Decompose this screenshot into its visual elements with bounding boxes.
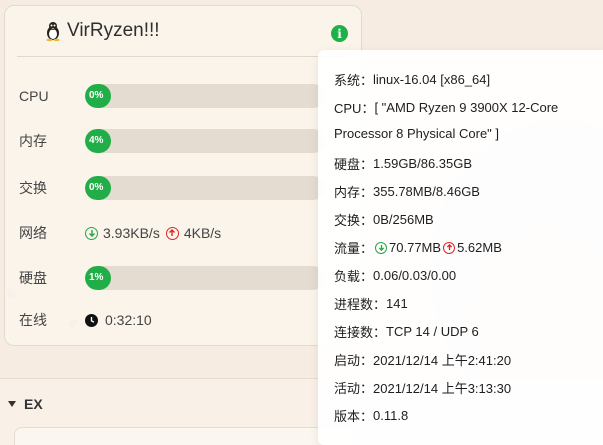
upload-arrow-icon bbox=[443, 241, 456, 254]
popup-traffic: 流量： 70.77MB 5.62MB bbox=[334, 238, 502, 257]
network-row: 网络 3.93KB/s 4KB/s bbox=[19, 220, 221, 246]
popup-active-label: 活动： bbox=[334, 381, 374, 396]
cpu-bar: 0% bbox=[85, 84, 325, 108]
uptime-row: 在线 0:32:10 bbox=[19, 307, 152, 333]
popup-swap-label: 交换： bbox=[334, 213, 374, 228]
popup-traffic-up: 5.62MB bbox=[457, 240, 502, 255]
popup-cpu-continued: Processor 8 Physical Core" ] bbox=[334, 126, 499, 141]
cpu-percent: 0% bbox=[89, 90, 104, 101]
popup-connections-label: 连接数： bbox=[334, 325, 387, 340]
disk-row: 硬盘 1% bbox=[19, 265, 325, 291]
popup-memory: 内存： 355.78MB/8.46GB bbox=[334, 182, 480, 201]
popup-disk: 硬盘： 1.59GB/86.35GB bbox=[334, 154, 472, 173]
popup-cpu-value: [ "AMD Ryzen 9 3900X 12-Core bbox=[374, 100, 559, 115]
popup-system-label: 系统： bbox=[334, 73, 374, 88]
popup-load: 负载： 0.06/0.03/0.00 bbox=[334, 266, 456, 285]
tux-icon bbox=[46, 22, 60, 41]
memory-bar: 4% bbox=[85, 129, 325, 153]
download-arrow-icon bbox=[375, 241, 388, 254]
popup-boot-value: 2021/12/14 上午2:41:20 bbox=[373, 353, 512, 368]
popup-traffic-down: 70.77MB bbox=[389, 240, 442, 255]
network-speed: 3.93KB/s 4KB/s bbox=[85, 225, 221, 241]
popup-version: 版本： 0.11.8 bbox=[334, 406, 408, 425]
popup-swap: 交换： 0B/256MB bbox=[334, 210, 434, 229]
disk-bar: 1% bbox=[85, 266, 325, 290]
popup-memory-label: 内存： bbox=[334, 185, 374, 200]
popup-connections-value: TCP 14 / UDP 6 bbox=[386, 324, 479, 339]
server-info-popup: 系统： linux-16.04 [x86_64] CPU： [ "AMD Ryz… bbox=[318, 50, 603, 445]
memory-label: 内存 bbox=[19, 133, 47, 149]
network-up-value: 4KB/s bbox=[183, 225, 222, 241]
network-label: 网络 bbox=[19, 225, 47, 241]
upload-arrow-icon bbox=[165, 226, 179, 240]
popup-version-value: 0.11.8 bbox=[373, 408, 409, 423]
download-arrow-icon bbox=[85, 226, 98, 240]
uptime-value-group: 0:32:10 bbox=[85, 312, 152, 328]
disk-percent: 1% bbox=[89, 272, 104, 283]
cpu-label: CPU bbox=[19, 88, 49, 104]
ex-content bbox=[14, 427, 354, 445]
popup-connections: 连接数： TCP 14 / UDP 6 bbox=[334, 322, 479, 341]
uptime-value: 0:32:10 bbox=[105, 312, 152, 328]
popup-system: 系统： linux-16.04 [x86_64] bbox=[334, 70, 490, 89]
swap-label: 交换 bbox=[19, 180, 47, 196]
popup-memory-value: 355.78MB/8.46GB bbox=[373, 184, 480, 199]
popup-processes: 进程数： 141 bbox=[334, 294, 408, 313]
ex-label: EX bbox=[24, 396, 43, 412]
popup-boot: 启动： 2021/12/14 上午2:41:20 bbox=[334, 350, 511, 369]
swap-percent: 0% bbox=[89, 182, 104, 193]
popup-disk-value: 1.59GB/86.35GB bbox=[373, 156, 473, 171]
popup-active-value: 2021/12/14 上午3:13:30 bbox=[373, 381, 512, 396]
popup-processes-value: 141 bbox=[386, 296, 408, 311]
popup-system-value: linux-16.04 [x86_64] bbox=[373, 72, 491, 87]
network-down-value: 3.93KB/s bbox=[103, 225, 160, 241]
popup-processes-label: 进程数： bbox=[334, 297, 387, 312]
popup-boot-label: 启动： bbox=[334, 353, 374, 368]
memory-percent: 4% bbox=[89, 135, 104, 146]
server-name: VirRyzen!!! bbox=[67, 20, 160, 41]
cpu-row: CPU 0% bbox=[19, 83, 325, 109]
popup-disk-label: 硬盘： bbox=[334, 157, 374, 172]
popup-load-label: 负载： bbox=[334, 269, 374, 284]
popup-traffic-label: 流量： bbox=[334, 241, 374, 256]
header-divider bbox=[17, 56, 343, 57]
info-icon[interactable]: i bbox=[331, 25, 348, 42]
server-header: VirRyzen!!! bbox=[45, 20, 160, 42]
ex-toggle[interactable]: EX bbox=[8, 396, 43, 412]
popup-load-value: 0.06/0.03/0.00 bbox=[373, 268, 457, 283]
popup-version-label: 版本： bbox=[334, 409, 374, 424]
popup-cpu-label: CPU： bbox=[334, 101, 375, 116]
disk-label: 硬盘 bbox=[19, 270, 47, 286]
swap-row: 交换 0% bbox=[19, 175, 325, 201]
popup-cpu: CPU： [ "AMD Ryzen 9 3900X 12-Core bbox=[334, 98, 558, 117]
clock-icon bbox=[85, 313, 98, 327]
caret-down-icon bbox=[8, 401, 16, 407]
popup-active: 活动： 2021/12/14 上午3:13:30 bbox=[334, 378, 511, 397]
memory-row: 内存 4% bbox=[19, 128, 325, 154]
popup-cpu-value-line2: Processor 8 Physical Core" ] bbox=[334, 126, 500, 141]
swap-bar: 0% bbox=[85, 176, 325, 200]
server-card: VirRyzen!!! i CPU 0% 内存 4% 交换 0% 网络 3.93… bbox=[4, 5, 362, 346]
uptime-label: 在线 bbox=[19, 312, 47, 328]
popup-swap-value: 0B/256MB bbox=[373, 212, 434, 227]
